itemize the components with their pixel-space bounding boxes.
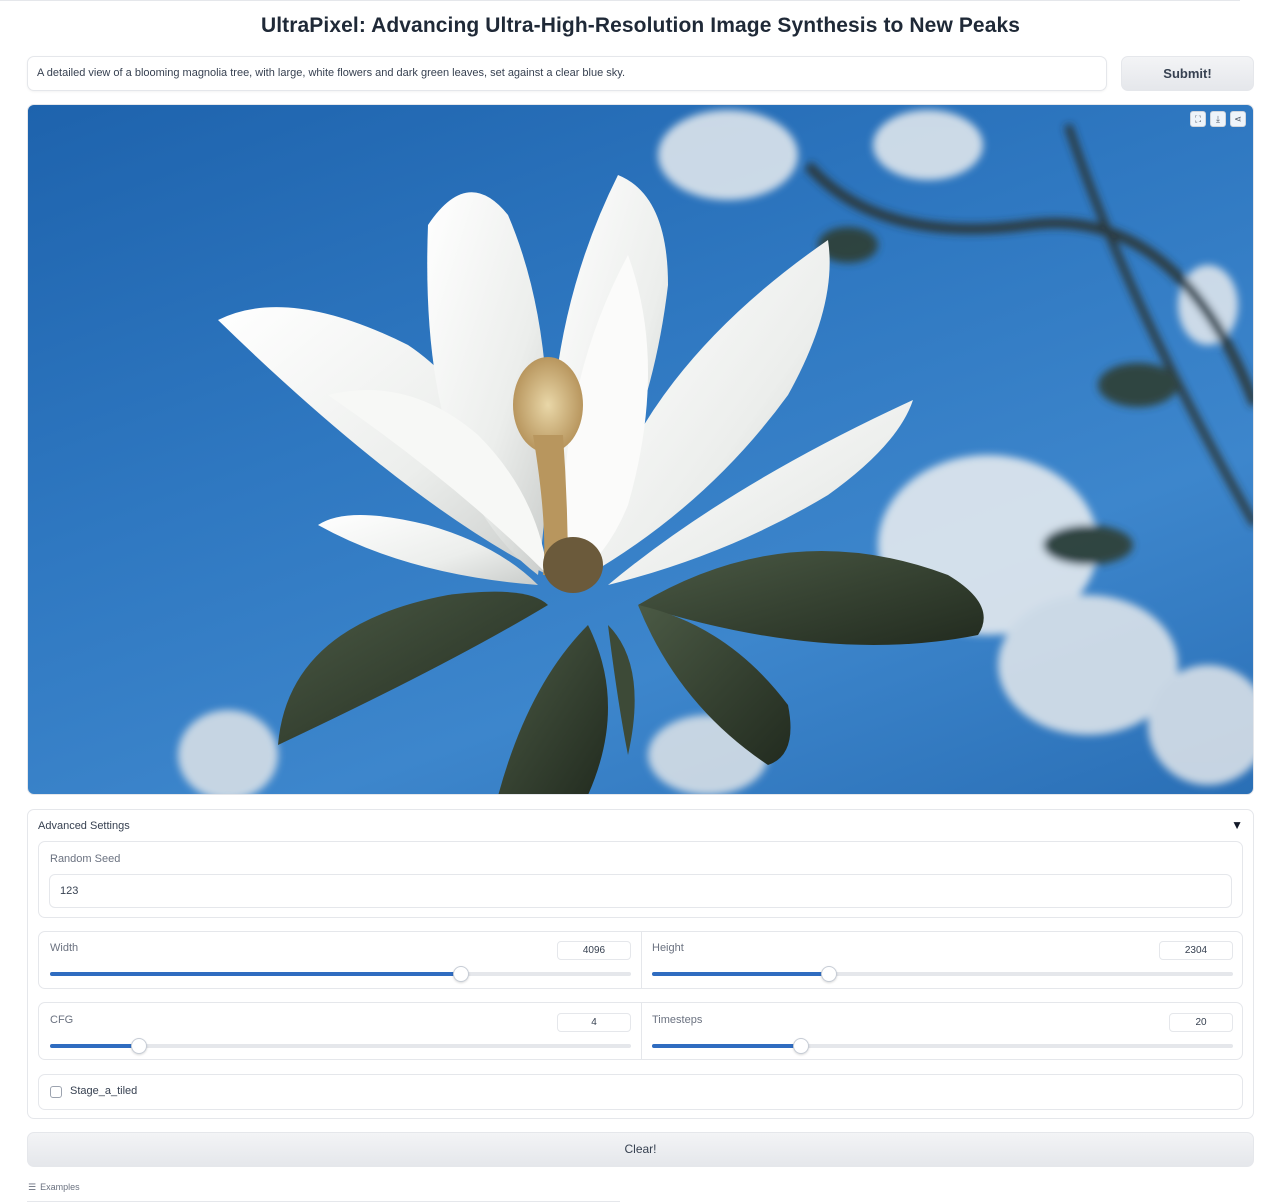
- random-seed-panel: Random Seed 123: [38, 841, 1243, 918]
- fullscreen-icon[interactable]: ⛶: [1190, 111, 1206, 127]
- output-image: ⛶ ⤓ ⋖: [27, 104, 1254, 795]
- column-divider: [641, 932, 642, 988]
- random-seed-input[interactable]: 123: [49, 874, 1232, 908]
- download-icon[interactable]: ⤓: [1210, 111, 1226, 127]
- cfg-slider-thumb[interactable]: [130, 1038, 147, 1054]
- prompt-input[interactable]: A detailed view of a blooming magnolia t…: [27, 56, 1107, 91]
- examples-section[interactable]: ☰ Examples: [28, 1182, 80, 1193]
- tiled-panel: Stage_a_tiled: [38, 1074, 1243, 1110]
- caret-down-icon[interactable]: ▼: [1231, 818, 1243, 832]
- height-label: Height: [652, 942, 684, 954]
- advanced-settings-title[interactable]: Advanced Settings: [38, 820, 130, 832]
- height-number-input[interactable]: 2304: [1159, 941, 1233, 960]
- height-slider-fill: [652, 972, 829, 976]
- sampling-panel: CFG 4 Timesteps 20: [38, 1002, 1243, 1060]
- dimensions-panel: Width 4096 Height 2304: [38, 931, 1243, 989]
- top-border: [0, 0, 1240, 1]
- width-number-input[interactable]: 4096: [557, 941, 631, 960]
- examples-divider: [27, 1201, 620, 1202]
- share-icon[interactable]: ⋖: [1230, 111, 1246, 127]
- timesteps-slider[interactable]: [652, 1038, 1233, 1054]
- width-slider-fill: [50, 972, 461, 976]
- height-slider-thumb[interactable]: [820, 966, 837, 982]
- timesteps-label: Timesteps: [652, 1014, 703, 1026]
- width-slider[interactable]: [50, 966, 631, 982]
- cfg-slider[interactable]: [50, 1038, 631, 1054]
- timesteps-slider-fill: [652, 1044, 802, 1048]
- cfg-number-input[interactable]: 4: [557, 1013, 631, 1032]
- magnolia-image: [178, 110, 1253, 794]
- width-label: Width: [50, 942, 79, 954]
- examples-label: Examples: [40, 1182, 80, 1192]
- cfg-label: CFG: [50, 1014, 74, 1026]
- advanced-settings-accordion: Advanced Settings ▼ Random Seed 123 Widt…: [27, 809, 1254, 1119]
- stage-a-tiled-label[interactable]: Stage_a_tiled: [70, 1085, 137, 1097]
- clear-button[interactable]: Clear!: [27, 1132, 1254, 1167]
- page-title: UltraPixel: Advancing Ultra-High-Resolut…: [260, 14, 1021, 37]
- cfg-slider-fill: [50, 1044, 139, 1048]
- random-seed-label: Random Seed: [50, 853, 121, 865]
- width-slider-thumb[interactable]: [452, 966, 469, 982]
- image-toolbar: ⛶ ⤓ ⋖: [1190, 111, 1246, 127]
- column-divider: [641, 1003, 642, 1059]
- timesteps-number-input[interactable]: 20: [1169, 1013, 1233, 1032]
- submit-button[interactable]: Submit!: [1121, 56, 1254, 91]
- height-slider[interactable]: [652, 966, 1233, 982]
- timesteps-slider-thumb[interactable]: [793, 1038, 810, 1054]
- list-icon: ☰: [28, 1182, 37, 1192]
- stage-a-tiled-checkbox[interactable]: [50, 1086, 62, 1098]
